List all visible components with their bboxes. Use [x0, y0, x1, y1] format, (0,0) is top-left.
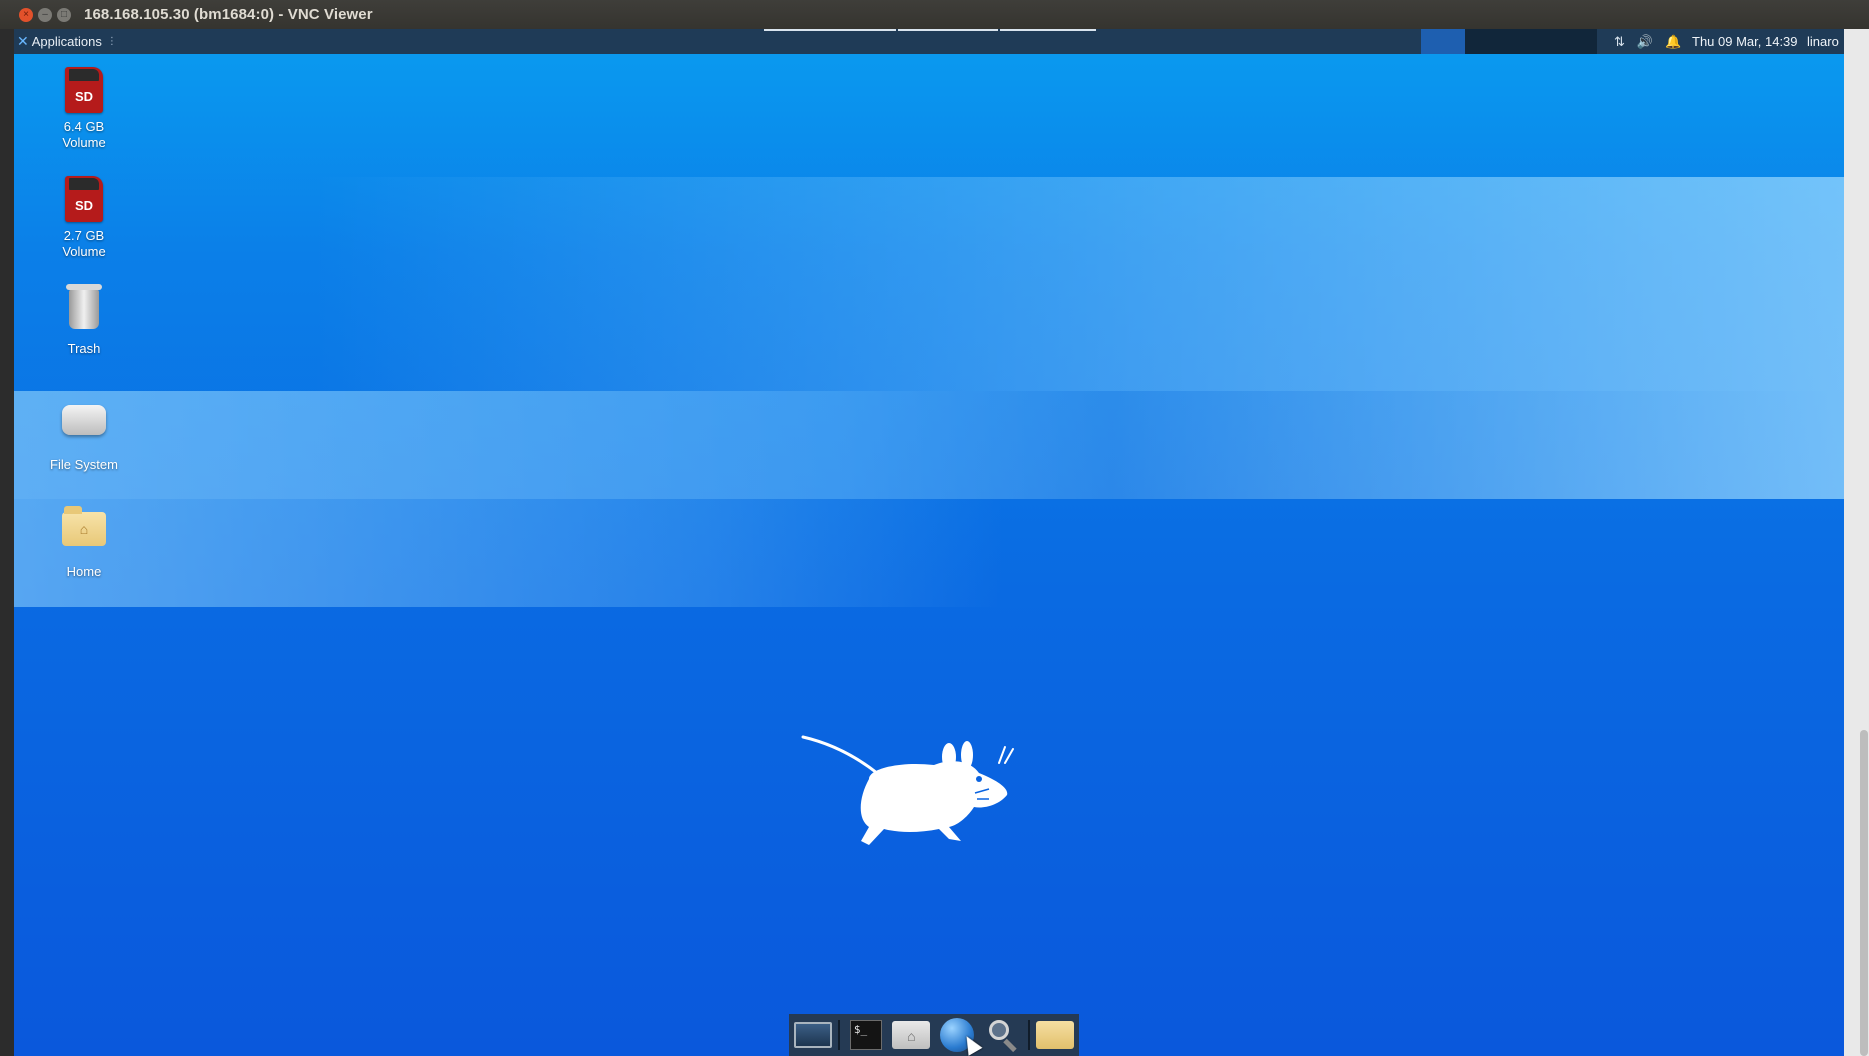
home-folder-icon: ⌂	[60, 506, 108, 560]
dock-separator	[838, 1020, 841, 1050]
files-folder-icon	[1036, 1021, 1075, 1049]
window-buttons-area	[764, 29, 1098, 54]
xfce-mouse-logo	[801, 735, 1014, 845]
desktop-icon-label: Volume	[62, 135, 106, 150]
panel-clock[interactable]: Thu 09 Mar, 14:39	[1692, 34, 1798, 49]
file-manager-button[interactable]	[892, 1016, 931, 1054]
desktop-icon-label: 2.7 GB	[63, 228, 105, 243]
desktop-icon-sd-volume-1[interactable]: SD 6.4 GB Volume	[34, 67, 134, 151]
hard-drive-icon	[60, 405, 108, 453]
tasklist-slot[interactable]	[764, 29, 896, 54]
scrollbar-thumb[interactable]	[1860, 730, 1868, 1056]
maximize-window-button[interactable]: □	[57, 7, 71, 22]
notification-bell-icon[interactable]: 🔔	[1665, 34, 1681, 50]
wallpaper-band	[14, 391, 1844, 499]
workspace-3-button[interactable]	[1509, 29, 1553, 54]
vnc-window-titlebar: × – □ 168.168.105.30 (bm1684:0) - VNC Vi…	[0, 0, 1869, 29]
top-panel: ✕ Applications ⋮ ⇅ 🔊 🔔 Thu 09 Mar, 14:39…	[14, 29, 1844, 54]
desktop-icon-trash[interactable]: Trash	[34, 284, 134, 357]
vnc-window-title: 168.168.105.30 (bm1684:0) - VNC Viewer	[84, 6, 373, 23]
sd-card-icon: SD	[60, 176, 108, 224]
user-menu[interactable]: linaro	[1807, 34, 1839, 49]
wallpaper-band	[14, 499, 1004, 607]
bottom-dock: $_	[789, 1014, 1079, 1056]
network-icon[interactable]: ⇅	[1614, 34, 1625, 50]
tasklist-slot[interactable]	[1000, 29, 1096, 54]
minimize-window-button[interactable]: –	[38, 7, 52, 22]
desktop-icon-label: Volume	[62, 244, 106, 259]
xfce-logo-icon: ✕	[17, 33, 29, 49]
tasklist-slot[interactable]	[898, 29, 998, 54]
desktop-icon-home[interactable]: ⌂ Home	[34, 502, 134, 580]
workspace-switcher	[1421, 29, 1597, 54]
files-folder-button[interactable]	[1036, 1016, 1075, 1054]
file-manager-icon	[892, 1021, 931, 1049]
workspace-1-button[interactable]	[1421, 29, 1465, 54]
show-desktop-button[interactable]	[793, 1016, 832, 1054]
show-desktop-icon	[793, 1022, 832, 1048]
dock-separator	[1027, 1020, 1030, 1050]
system-tray: ⇅ 🔊 🔔	[1614, 29, 1681, 54]
sd-card-badge: SD	[74, 198, 94, 213]
desktop-icon-file-system[interactable]: File System	[34, 393, 134, 473]
remote-desktop[interactable]: ✕ Applications ⋮ ⇅ 🔊 🔔 Thu 09 Mar, 14:39…	[14, 29, 1844, 1056]
terminal-button[interactable]: $_	[846, 1016, 885, 1054]
desktop-icon-label: Home	[66, 564, 102, 579]
workspace-4-button[interactable]	[1553, 29, 1597, 54]
volume-icon[interactable]: 🔊	[1637, 34, 1653, 50]
desktop-icon-label: Trash	[67, 341, 101, 356]
workspace-2-button[interactable]	[1465, 29, 1509, 54]
trash-icon	[60, 284, 108, 337]
terminal-icon: $_	[849, 1020, 882, 1050]
sd-card-icon: SD	[60, 67, 108, 115]
desktop-icon-sd-volume-2[interactable]: SD 2.7 GB Volume	[34, 176, 134, 260]
close-window-button[interactable]: ×	[19, 7, 33, 22]
applications-menu-label: Applications	[31, 34, 102, 49]
window-left-border	[0, 29, 14, 1056]
panel-handle-icon: ⋮	[106, 36, 117, 47]
desktop-icon-label: File System	[50, 457, 118, 472]
app-finder-button[interactable]	[982, 1016, 1021, 1054]
wallpaper-band	[314, 177, 1844, 391]
app-finder-icon	[985, 1018, 1019, 1053]
applications-menu-button[interactable]: ✕ Applications ⋮	[14, 29, 117, 54]
desktop-icon-label: 6.4 GB	[63, 119, 105, 134]
window-controls: × – □	[19, 7, 71, 22]
sd-card-badge: SD	[74, 89, 94, 104]
